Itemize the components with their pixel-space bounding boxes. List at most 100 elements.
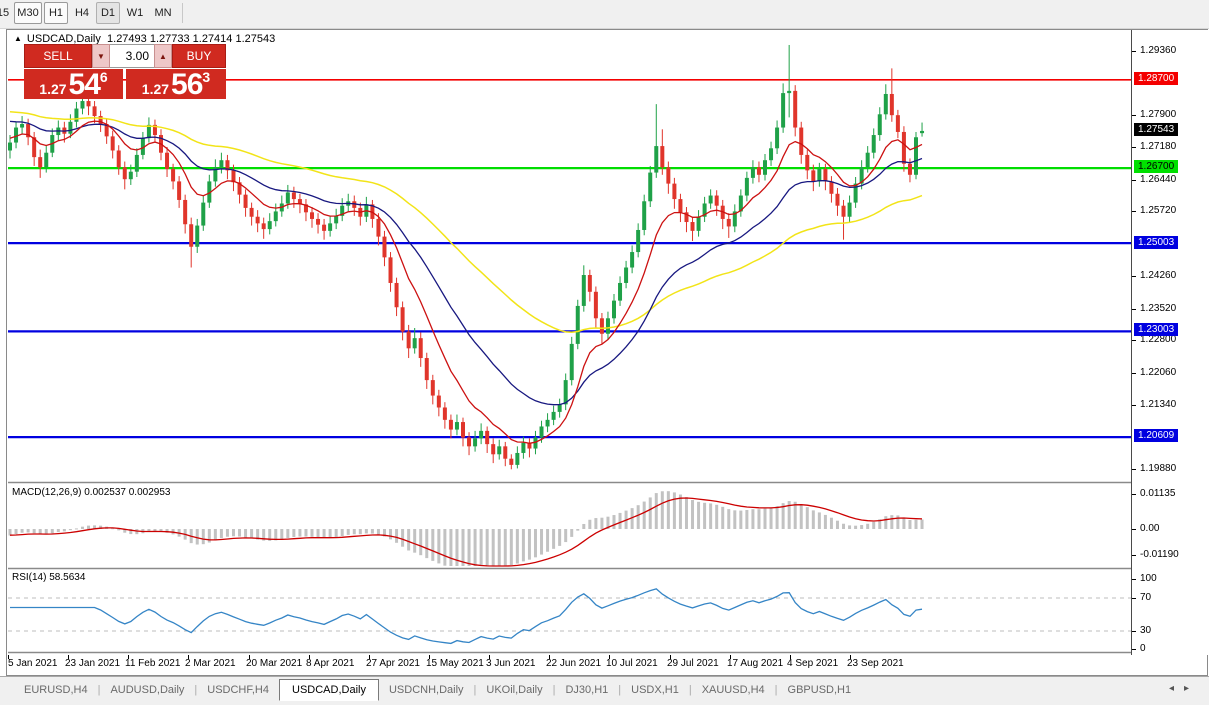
volume-input[interactable] xyxy=(110,44,154,68)
date-axis-label: 11 Feb 2021 xyxy=(125,658,180,669)
date-axis-label: 29 Jul 2021 xyxy=(667,658,719,669)
sell-price-panel[interactable]: 1.27 54 6 xyxy=(24,69,123,99)
tab-scroll-right-icon[interactable]: ▸ xyxy=(1184,683,1199,694)
sell-price-big: 54 xyxy=(69,73,100,98)
buy-price-big: 56 xyxy=(171,73,202,98)
timeframe-button-15[interactable]: 15 xyxy=(0,2,12,24)
price-axis: 1.29360 1.27900 1.27180 1.26440 1.25720 1.242… xyxy=(1131,30,1209,655)
axis-tick xyxy=(1132,469,1136,470)
price-axis-label: 0.01135 xyxy=(1140,488,1175,499)
price-level-badge: 1.25003 xyxy=(1134,236,1178,249)
axis-tick xyxy=(1132,649,1136,650)
date-axis-label: 23 Sep 2021 xyxy=(847,658,904,669)
price-level-badge: 1.27543 xyxy=(1134,123,1178,136)
axis-tick xyxy=(1132,494,1136,495)
date-axis-label: 23 Jan 2021 xyxy=(65,658,120,669)
axis-tick xyxy=(1132,309,1136,310)
axis-tick xyxy=(1132,180,1136,181)
price-axis-label: 1.24260 xyxy=(1140,270,1176,281)
axis-tick xyxy=(1132,211,1136,212)
expand-icon[interactable]: ▲ xyxy=(14,34,22,43)
price-axis-label: 1.25720 xyxy=(1140,205,1176,216)
symbol-tab-usdcad[interactable]: USDCAD,Daily xyxy=(279,679,379,701)
date-axis-label: 2 Mar 2021 xyxy=(185,658,236,669)
price-axis-label: 1.29360 xyxy=(1140,45,1176,56)
timeframe-button-w1[interactable]: W1 xyxy=(122,2,148,24)
axis-tick xyxy=(1132,598,1136,599)
axis-tick xyxy=(1132,555,1136,556)
price-level-badge: 1.23003 xyxy=(1134,323,1178,336)
price-axis-label: 100 xyxy=(1140,573,1157,584)
price-axis-label: 0 xyxy=(1140,643,1146,654)
trading-terminal: 15M30H1H4D1W1MN 1.293601.279001.271801.2… xyxy=(0,0,1209,705)
tab-scroll-arrows: ◂▸ xyxy=(1169,683,1199,694)
buy-price-pip: 3 xyxy=(202,70,210,84)
price-axis-label: 1.21340 xyxy=(1140,399,1176,410)
timeframe-toolbar: 15M30H1H4D1W1MN xyxy=(0,0,1209,29)
date-axis-label: 4 Sep 2021 xyxy=(787,658,838,669)
date-axis-label: 17 Aug 2021 xyxy=(727,658,783,669)
price-axis-label: 1.19880 xyxy=(1140,463,1176,474)
axis-tick xyxy=(1132,405,1136,406)
sell-button[interactable]: SELL xyxy=(24,44,92,68)
timeframe-button-mn[interactable]: MN xyxy=(150,2,176,24)
price-axis-label: -0.01190 xyxy=(1140,549,1179,560)
axis-tick xyxy=(1132,115,1136,116)
price-axis-label: 1.26440 xyxy=(1140,174,1176,185)
date-axis-label: 22 Jun 2021 xyxy=(546,658,601,669)
timeframe-button-d1[interactable]: D1 xyxy=(96,2,120,24)
price-level-badge: 1.20609 xyxy=(1134,429,1178,442)
date-axis-label: 27 Apr 2021 xyxy=(366,658,420,669)
sell-price-pip: 6 xyxy=(100,70,108,84)
date-axis-label: 10 Jul 2021 xyxy=(606,658,658,669)
sell-price-prefix: 1.27 xyxy=(39,82,66,96)
chart-canvas[interactable] xyxy=(8,30,1131,655)
price-axis-label: 70 xyxy=(1140,592,1151,603)
date-axis-label: 3 Jun 2021 xyxy=(486,658,536,669)
axis-tick xyxy=(1132,51,1136,52)
symbol-tab-audusd[interactable]: AUDUSD,Daily xyxy=(100,680,194,700)
symbol-tabs: EURUSD,H4|AUDUSD,Daily|USDCHF,H4USDCAD,D… xyxy=(14,677,861,703)
buy-price-panel[interactable]: 1.27 56 3 xyxy=(126,69,226,99)
rsi-label: RSI(14) 58.5634 xyxy=(12,572,85,583)
price-axis-label: 1.27180 xyxy=(1140,141,1176,152)
axis-tick xyxy=(1132,631,1136,632)
volume-decrease-button[interactable]: ▼ xyxy=(92,44,110,68)
price-axis-label: 1.23520 xyxy=(1140,303,1176,314)
macd-label: MACD(12,26,9) 0.002537 0.002953 xyxy=(12,487,170,498)
symbol-tab-bar: EURUSD,H4|AUDUSD,Daily|USDCHF,H4USDCAD,D… xyxy=(0,676,1209,705)
axis-tick xyxy=(1132,373,1136,374)
timeframe-button-h4[interactable]: H4 xyxy=(70,2,94,24)
price-axis-label: 1.22060 xyxy=(1140,367,1176,378)
axis-tick xyxy=(1132,340,1136,341)
date-axis-label: 5 Jan 2021 xyxy=(8,658,58,669)
price-level-badge: 1.26700 xyxy=(1134,160,1178,173)
price-level-badge: 1.28700 xyxy=(1134,72,1178,85)
date-axis-label: 20 Mar 2021 xyxy=(246,658,302,669)
symbol-tab-xauusd[interactable]: XAUUSD,H4 xyxy=(692,680,775,700)
symbol-tab-gbpusd[interactable]: GBPUSD,H1 xyxy=(778,680,862,700)
symbol-tab-usdchf[interactable]: USDCHF,H4 xyxy=(197,680,279,700)
symbol-tab-eurusd[interactable]: EURUSD,H4 xyxy=(14,680,98,700)
one-click-trade-panel: SELL ▼ ▲ BUY 1.27 54 6 1.27 56 3 xyxy=(24,44,226,99)
symbol-tab-usdx[interactable]: USDX,H1 xyxy=(621,680,689,700)
volume-increase-button[interactable]: ▲ xyxy=(154,44,172,68)
tab-scroll-left-icon[interactable]: ◂ xyxy=(1169,683,1184,694)
symbol-tab-dj30[interactable]: DJ30,H1 xyxy=(555,680,618,700)
buy-button[interactable]: BUY xyxy=(172,44,226,68)
timeframe-button-m30[interactable]: M30 xyxy=(14,2,42,24)
date-axis: 5 Jan 2021 23 Jan 2021 11 Feb 2021 2 Mar 20… xyxy=(8,655,1131,673)
price-axis-label: 0.00 xyxy=(1140,523,1159,534)
symbol-tab-ukoil[interactable]: UKOil,Daily xyxy=(476,680,552,700)
axis-tick xyxy=(1132,276,1136,277)
axis-tick xyxy=(1132,579,1136,580)
symbol-tab-usdcnh[interactable]: USDCNH,Daily xyxy=(379,680,474,700)
date-axis-label: 15 May 2021 xyxy=(426,658,484,669)
axis-tick xyxy=(1132,529,1136,530)
toolbar-separator xyxy=(182,3,183,23)
timeframe-button-h1[interactable]: H1 xyxy=(44,2,68,24)
price-axis-label: 30 xyxy=(1140,625,1151,636)
date-axis-label: 8 Apr 2021 xyxy=(306,658,354,669)
price-axis-label: 1.27900 xyxy=(1140,109,1176,120)
buy-price-prefix: 1.27 xyxy=(142,82,169,96)
